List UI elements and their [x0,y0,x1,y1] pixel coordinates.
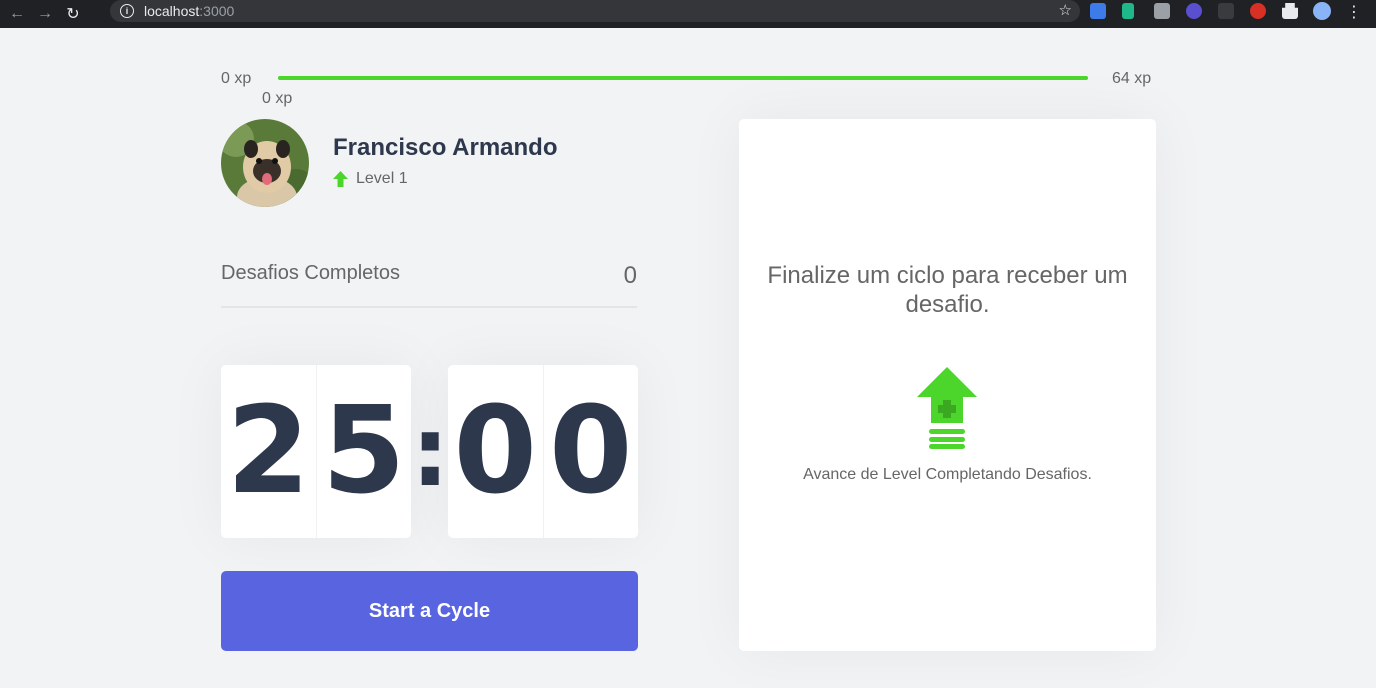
level-label: Level 1 [356,170,408,187]
completed-challenges-label: Desafios Completos [221,262,400,284]
bookmark-star-icon[interactable]: ☆ [1059,1,1072,19]
address-bar[interactable]: i localhost:3000 ☆ [110,0,1080,22]
forward-icon[interactable]: → [34,3,56,25]
xp-current-label: 0 xp [262,90,293,107]
countdown-separator: : [411,395,450,508]
puzzle-icon[interactable] [1282,3,1298,19]
menu-icon[interactable]: ⋮ [1346,2,1362,22]
extension-icon[interactable] [1122,3,1134,19]
seconds: 0 0 [448,365,638,538]
url-port: :3000 [199,3,235,19]
browser-toolbar: ← → ↻ i localhost:3000 ☆ ⋮ [0,0,1376,28]
profile-avatar[interactable] [1313,2,1331,20]
extension-icon[interactable] [1154,3,1170,19]
experience-bar-fill [278,76,1088,80]
level-up-icon [917,367,977,449]
minutes: 2 5 [221,365,411,538]
back-icon[interactable]: ← [6,3,28,25]
site-info-icon[interactable]: i [120,4,134,18]
extension-icon[interactable] [1186,3,1202,19]
extension-icon[interactable] [1090,3,1106,19]
completed-challenges-count: 0 [623,262,637,289]
url-host: localhost [144,3,200,19]
xp-end-label: 64 xp [1112,70,1152,87]
user-name: Francisco Armando [333,134,558,161]
extension-icon[interactable] [1218,3,1234,19]
level-row: Level 1 [333,170,408,188]
countdown: 2 5 : 0 0 [221,365,638,538]
minute-digit: 5 [315,365,412,538]
challenge-box: Finalize um ciclo para receber um desafi… [739,119,1156,651]
reload-icon[interactable]: ↻ [62,3,84,25]
challenge-title: Finalize um ciclo para receber um desafi… [767,262,1128,318]
start-cycle-button[interactable]: Start a Cycle [221,571,638,651]
minute-digit: 2 [226,382,311,521]
avatar [221,119,309,207]
second-digit: 0 [542,365,639,538]
second-digit: 0 [453,382,538,521]
completed-challenges: Desafios Completos 0 [221,262,637,308]
challenge-subtitle: Avance de Level Completando Desafios. [803,466,1092,483]
experience-bar [278,76,1088,80]
extension-icon[interactable] [1250,3,1266,19]
level-up-arrow-icon [333,171,348,187]
xp-start-label: 0 xp [221,70,252,87]
